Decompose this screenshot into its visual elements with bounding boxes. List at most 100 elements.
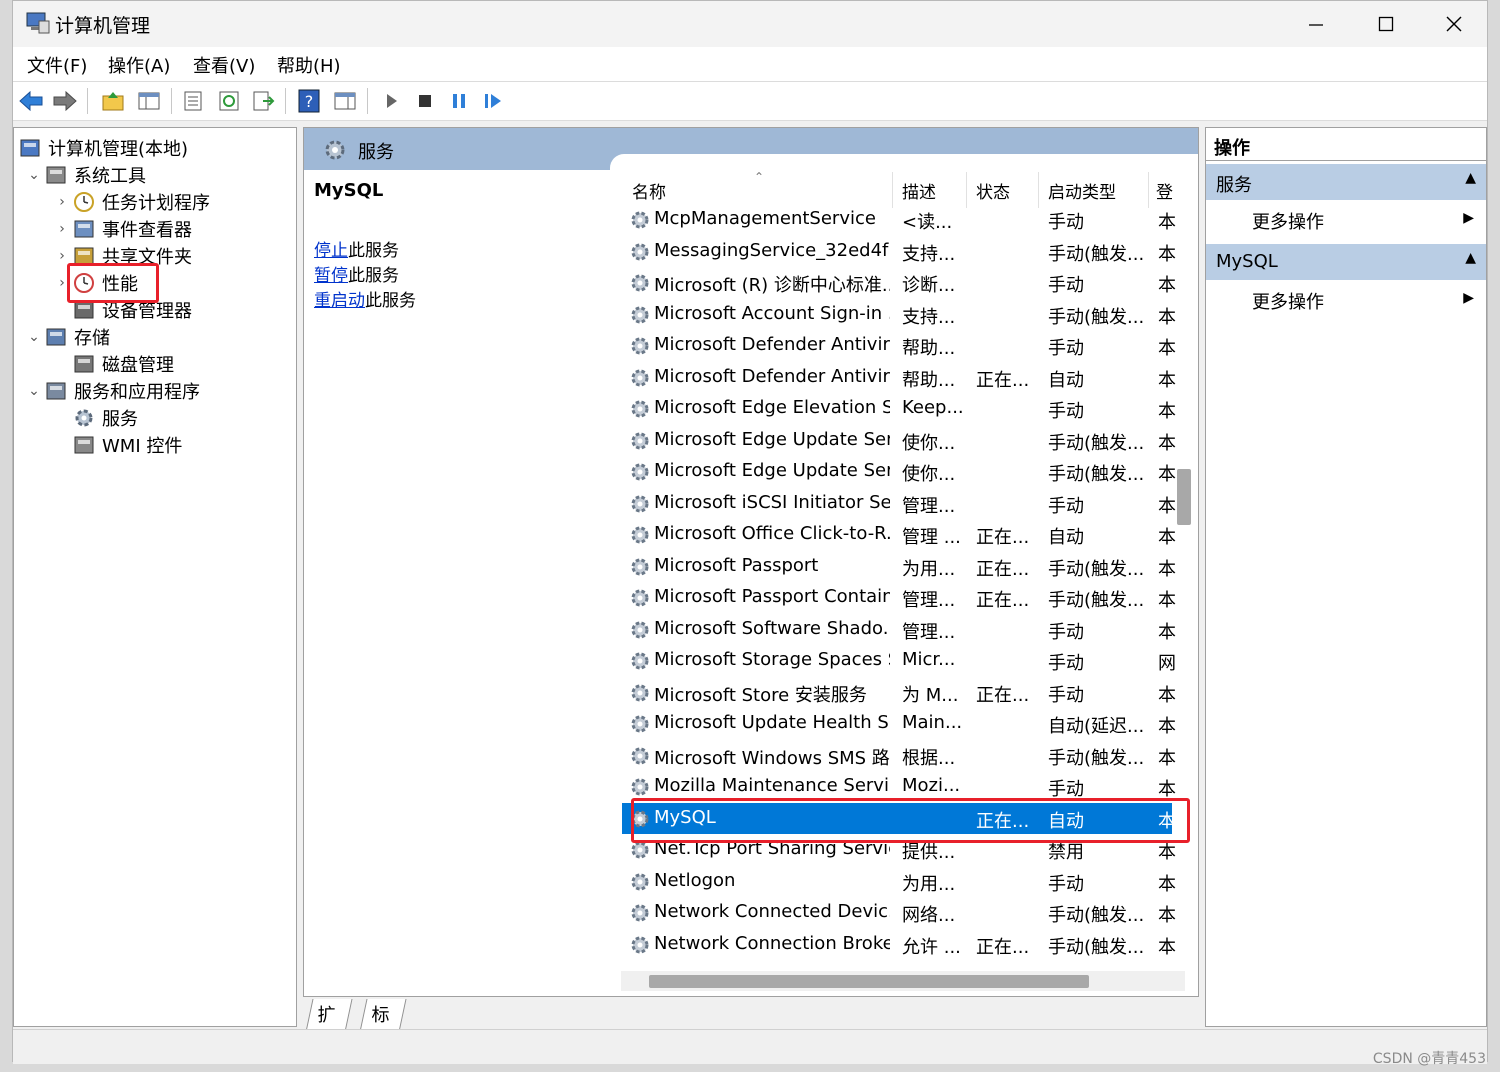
services-apps-icon [46,382,66,399]
menu-file[interactable]: 文件(F) [27,52,87,78]
service-row[interactable]: Microsoft iSCSI Initiator Ser... 管理... 手动 本 [622,488,1176,519]
service-name: Microsoft Edge Update Ser... [654,428,890,450]
column-divider[interactable] [966,172,967,208]
show-action-pane-button[interactable] [331,87,359,115]
actions-section-mysql[interactable]: MySQL ▲ [1206,244,1486,280]
service-row[interactable]: Network Connection Broker 允许 ... 正在... 手动(触… [622,929,1176,960]
tree-node[interactable]: ⌄ 系统工具 [24,161,146,188]
chevron-right-icon[interactable]: › [52,194,72,210]
service-row[interactable]: Microsoft Edge Elevation S... Keep... 手动 本 [622,393,1176,424]
service-row[interactable]: Microsoft Storage Spaces S... Micr... 手动 网 [622,645,1176,676]
service-row[interactable]: Microsoft Account Sign-in ... 支持... 手动(触发.… [622,299,1176,330]
pause-service-button[interactable] [445,87,473,115]
service-row[interactable]: McpManagementService <读... 手动 本 [622,204,1176,235]
service-row[interactable]: Microsoft Passport Container 管理... 正在... 手动… [622,582,1176,613]
menu-help[interactable]: 帮助(H) [277,52,341,78]
chevron-right-icon[interactable]: › [52,248,72,264]
service-status: 正在... [976,527,1030,548]
service-name: Microsoft Account Sign-in ... [654,302,890,324]
stop-service-button[interactable] [411,87,439,115]
tree-node[interactable]: › 任务计划程序 [52,188,210,215]
collapse-up-icon[interactable]: ▲ [1465,250,1476,266]
pause-service-link[interactable]: 暂停此服务 [314,261,399,286]
service-row[interactable]: Microsoft Windows SMS 路... 根据... 手动(触发... 本 [622,740,1176,771]
tree-node[interactable]: 磁盘管理 [52,350,174,377]
help-button[interactable]: ? [295,87,323,115]
service-row[interactable]: Microsoft Defender Antivir... 帮助... 手动 本 [622,330,1176,361]
service-row[interactable]: Microsoft Software Shado... 管理... 手动 本 [622,614,1176,645]
toolbar-separator [367,88,368,114]
tree-node[interactable]: 计算机管理(本地) [18,134,188,161]
column-header-logon[interactable]: 登 [1156,178,1173,203]
properties-button[interactable] [179,87,207,115]
refresh-button[interactable] [215,87,243,115]
tree-node[interactable]: ⌄ 存储 [24,323,110,350]
column-header-name[interactable]: 名称 [632,178,666,203]
forward-button[interactable] [51,87,79,115]
column-divider[interactable] [892,172,893,208]
chevron-down-icon[interactable]: ⌄ [24,329,44,345]
restart-service-link[interactable]: 重启动此服务 [314,286,416,311]
more-actions-services[interactable]: 更多操作 [1252,208,1324,234]
column-divider[interactable] [1148,172,1149,208]
close-button[interactable] [1419,1,1489,47]
tree-node[interactable]: › 事件查看器 [52,215,192,242]
more-actions-mysql[interactable]: 更多操作 [1252,288,1324,314]
window-title: 计算机管理 [55,15,151,37]
tree-node[interactable]: ⌄ 服务和应用程序 [24,377,200,404]
service-row[interactable]: Microsoft Office Click-to-R... 管理 ... 正在..… [622,519,1176,550]
tab-standard[interactable]: 标准 [359,999,407,1052]
stop-link-text[interactable]: 停止 [314,241,348,261]
service-row[interactable]: Microsoft Passport 为用... 正在... 手动(触发... 本 [622,551,1176,582]
column-header-startup-type[interactable]: 启动类型 [1048,178,1116,203]
actions-section-services[interactable]: 服务 ▲ [1206,164,1486,200]
service-row[interactable]: Network Connected Devic... 网络... 手动(触发... 本 [622,897,1176,928]
column-divider[interactable] [1038,172,1039,208]
collapse-up-icon[interactable]: ▲ [1465,170,1476,186]
start-service-button[interactable] [377,87,405,115]
service-logon: 本 [1158,621,1176,643]
tree-node[interactable]: 服务 [52,404,138,431]
service-gear-icon [631,274,649,292]
tree-node-label: 服务 [102,408,138,430]
service-row[interactable]: Microsoft (R) 诊断中心标准... 诊断... 手动 本 [622,267,1176,298]
tab-extended[interactable]: 扩展 [305,999,353,1052]
minimize-button[interactable] [1281,1,1351,47]
tree-node[interactable]: WMI 控件 [52,431,182,458]
gear-icon [325,140,345,160]
menu-action[interactable]: 操作(A) [108,52,170,78]
restart-service-button[interactable] [479,87,507,115]
chevron-down-icon[interactable]: ⌄ [24,383,44,399]
vertical-scrollbar-thumb[interactable] [1177,469,1191,525]
service-logon: 本 [1158,936,1176,958]
minimize-icon [1309,24,1323,26]
service-row[interactable]: Netlogon 为用... 手动 本 [622,866,1176,897]
service-row[interactable]: Microsoft Update Health S... Main... 自动(延迟… [622,708,1176,739]
service-row[interactable]: Microsoft Defender Antivir... 帮助... 正在... 自… [622,362,1176,393]
show-hide-console-tree-button[interactable] [135,87,163,115]
stop-service-link[interactable]: 停止此服务 [314,236,399,261]
pause-link-text[interactable]: 暂停 [314,266,348,286]
service-description: Mozi... [902,775,961,796]
export-list-button[interactable] [249,87,277,115]
service-gear-icon [631,432,649,449]
restart-link-text[interactable]: 重启动 [314,291,365,311]
horizontal-scrollbar-thumb[interactable] [649,975,1089,988]
chevron-right-icon[interactable]: › [52,221,72,237]
up-folder-button[interactable] [99,87,127,115]
computer-management-window: 计算机管理 文件(F) 操作(A) 查看(V) 帮助(H) ? 计算机管理(本地… [12,0,1488,1064]
service-row[interactable]: Microsoft Edge Update Ser... 使你... 手动(触发..… [622,456,1176,487]
service-startup-type: 手动 [1048,621,1084,643]
column-header-status[interactable]: 状态 [976,178,1010,203]
service-name: Microsoft (R) 诊断中心标准... [654,275,890,296]
service-logon: 本 [1158,369,1176,391]
chevron-down-icon[interactable]: ⌄ [24,167,44,183]
title-bar[interactable]: 计算机管理 [13,1,1487,47]
column-header-description[interactable]: 描述 [902,178,936,203]
service-row[interactable]: MessagingService_32ed4f 支持... 手动(触发... 本 [622,236,1176,267]
service-row[interactable]: Microsoft Edge Update Ser... 使你... 手动(触发..… [622,425,1176,456]
menu-view[interactable]: 查看(V) [193,52,255,78]
maximize-button[interactable] [1351,1,1421,47]
back-button[interactable] [17,87,45,115]
service-row[interactable]: Microsoft Store 安装服务 为 M... 正在... 手动 本 [622,677,1176,708]
